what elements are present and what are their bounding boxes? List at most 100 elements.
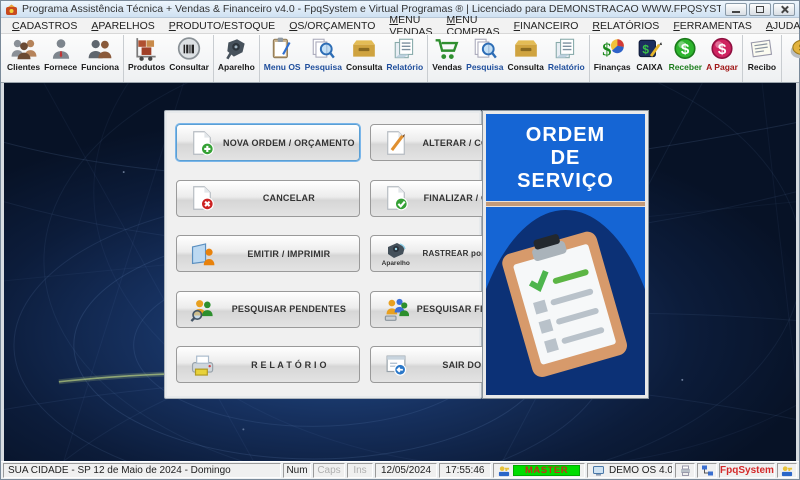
toolbar-label: CAIXA [636, 62, 663, 72]
svg-text:$: $ [681, 41, 690, 58]
toolbar-vendas[interactable]: Vendas [430, 35, 464, 82]
dollar-green-icon: $ [674, 37, 696, 60]
toolbar-label: Pesquisa [304, 62, 342, 72]
report-icon [555, 38, 575, 59]
status-num: Num [283, 463, 311, 478]
toolbar-group-os: Menu OS Pesquisa Consulta Relatório [260, 35, 429, 82]
toolbar: Clientes Fornece Funciona Produtos Consu… [1, 34, 800, 83]
printer-small-icon [680, 465, 690, 476]
menu-ferramentas[interactable]: FERRAMENTAS [666, 20, 759, 32]
cancelar-button[interactable]: CANCELAR [176, 179, 360, 217]
menu-financeiro[interactable]: FINANCEIRO [507, 20, 586, 32]
toolbar-label: Aparelho [217, 62, 255, 72]
rastrear-caption: Aparelho [381, 260, 410, 268]
status-ins: Ins [347, 463, 373, 478]
search-docs-icon [312, 38, 336, 59]
emitir-imprimir-button[interactable]: EMITIR / IMPRIMIR [176, 235, 360, 273]
employees-icon [88, 40, 112, 59]
toolbar-group-vendas: Vendas Pesquisa Consulta Relatório [428, 35, 590, 82]
cancel-icon [193, 186, 214, 211]
toolbar-aparelho[interactable]: Aparelho [216, 35, 257, 82]
toolbar-recibo[interactable]: Recibo [745, 35, 779, 82]
toolbar-group-recibo: Recibo [743, 35, 782, 82]
toolbar-relatorio-os[interactable]: Relatório [384, 35, 425, 82]
toolbar-menu-os[interactable]: Menu OS [262, 35, 303, 82]
finish-icon [386, 186, 408, 211]
toolbar-a-pagar[interactable]: $ A Pagar [704, 35, 740, 82]
toolbar-fornecedor[interactable]: Fornece [42, 35, 79, 82]
toolbar-consulta-vendas[interactable]: Consulta [505, 35, 545, 82]
caps-lock-label: Caps [317, 465, 341, 476]
status-user: MASTER [493, 463, 585, 478]
toolbar-label: Produtos [127, 62, 166, 72]
toolbar-label: Relatório [386, 62, 424, 72]
toolbar-pesquisa-vendas[interactable]: Pesquisa [464, 35, 505, 82]
toolbar-produtos[interactable]: Produtos [126, 35, 167, 82]
pesquisar-pendentes-button[interactable]: PESQUISAR PENDENTES [176, 290, 360, 328]
toolbar-financas[interactable]: $ Finanças [592, 35, 633, 82]
new-order-icon [193, 130, 214, 155]
toolbar-relatorio-vendas[interactable]: Relatório [546, 35, 587, 82]
toolbar-label: A Pagar [706, 62, 738, 72]
cashbook-icon: $ [638, 39, 662, 58]
toolbar-group-aparelho: Aparelho [214, 35, 260, 82]
status-app: DEMO OS 4.0 [587, 463, 673, 478]
ordem-servico-poster: ORDEM DE SERVIÇO [482, 110, 649, 399]
toolbar-consulta-os[interactable]: Consulta [344, 35, 384, 82]
toolbar-label: Fornece [44, 62, 78, 72]
barcode-icon [177, 37, 201, 60]
toolbar-label: Menu OS [263, 62, 301, 72]
status-printer[interactable] [675, 463, 695, 478]
status-location: SUA CIDADE - SP 12 de Maio de 2024 - Dom… [3, 463, 281, 478]
menu-bar: CADASTROS APARELHOS PRODUTO/ESTOQUE OS/O… [1, 14, 800, 38]
status-session [777, 463, 797, 478]
network-icon [701, 465, 713, 476]
menu-aparelhos[interactable]: APARELHOS [84, 20, 161, 32]
poster-line-3: SERVIÇO [517, 170, 614, 192]
search-docs-icon [474, 38, 497, 59]
location-text: SUA CIDADE - SP 12 de Maio de 2024 - Dom… [8, 465, 231, 476]
clients-icon [11, 39, 36, 60]
restore-button[interactable] [749, 2, 771, 16]
toolbar-caixa[interactable]: $ CAIXA [633, 35, 667, 82]
menu-os-orcamento[interactable]: OS/ORÇAMENTO [282, 20, 382, 32]
menu-cadastros[interactable]: CADASTROS [5, 20, 84, 32]
user-name: MASTER [524, 465, 569, 476]
minimize-button[interactable] [725, 2, 747, 16]
svg-text:$: $ [602, 40, 611, 60]
minimize-icon [732, 10, 740, 13]
os-clipboard-icon [272, 37, 291, 59]
toolbar-group-produtos: Produtos Consultar [124, 35, 214, 82]
toolbar-label: Relatório [547, 62, 585, 72]
toolbar-label: Clientes [7, 62, 41, 72]
toolbar-coin[interactable]: $ [784, 35, 800, 82]
toolbar-funcionario[interactable]: Funciona [79, 35, 121, 82]
toolbar-pesquisa-os[interactable]: Pesquisa [303, 35, 344, 82]
supplier-icon [52, 39, 69, 59]
button-label: CANCELAR [262, 193, 315, 204]
receipt-icon [750, 39, 773, 58]
menu-relatorios[interactable]: RELATÓRIOS [585, 20, 666, 32]
app-icon [6, 4, 17, 15]
people-finished-icon [384, 299, 409, 322]
close-button[interactable] [773, 2, 795, 16]
relatorio-button[interactable]: R E L A T Ó R I O [176, 346, 360, 384]
time-text: 17:55:46 [445, 465, 485, 476]
user-key-icon [498, 465, 510, 476]
main-area: NOVA ORDEM / ORÇAMENTO ALTERAR / CONSULT… [1, 83, 799, 461]
toolbar-label: Finanças [593, 62, 631, 72]
status-network[interactable] [697, 463, 717, 478]
toolbar-consultar-produto[interactable]: Consultar [167, 35, 211, 82]
toolbar-clientes[interactable]: Clientes [5, 35, 42, 82]
toolbar-receber[interactable]: $ Receber [667, 35, 705, 82]
nova-ordem-button[interactable]: NOVA ORDEM / ORÇAMENTO [175, 123, 361, 162]
toolbar-label: Pesquisa [466, 62, 504, 72]
toolbar-label: Consultar [169, 62, 209, 72]
status-caps: Caps [313, 463, 345, 478]
toolbar-group-financeiro: $ Finanças $ CAIXA $ Receber $ A Pagar [590, 35, 743, 82]
menu-produto-estoque[interactable]: PRODUTO/ESTOQUE [162, 20, 282, 32]
printer-icon [191, 355, 214, 376]
dollar-red-icon: $ [711, 37, 733, 60]
menu-ajuda[interactable]: AJUDA [759, 20, 800, 32]
exit-menu-icon [386, 355, 406, 376]
